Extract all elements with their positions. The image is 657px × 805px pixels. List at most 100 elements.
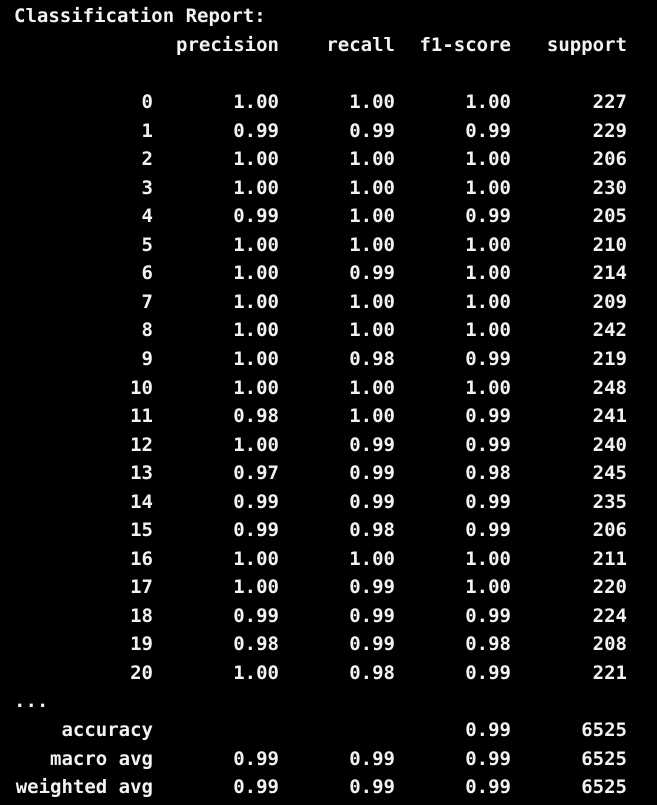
cell-precision: 1.00: [233, 662, 279, 684]
cell-f1-score: 1.00: [465, 290, 511, 313]
cell-recall: 0.99: [349, 490, 395, 513]
cell-support: 224: [592, 604, 627, 627]
cell-f1-score: 1.00: [465, 91, 511, 113]
row-label: 16: [130, 547, 153, 570]
cell-recall: 0.99: [349, 433, 395, 456]
row-label: 3: [141, 176, 153, 199]
cell-precision: 1.00: [233, 148, 279, 171]
table-row: 20 1.00 0.98 0.99 221: [0, 661, 657, 685]
cell-f1-score: 0.98: [465, 633, 511, 656]
table-row: 3 1.00 1.00 1.00 230: [0, 176, 657, 200]
cell-precision: 1.00: [233, 233, 279, 256]
cell-support: 227: [592, 91, 627, 113]
cell-f1-score: 0.99: [465, 205, 511, 228]
cell-support: 206: [592, 148, 627, 171]
cell-recall: 0.99: [349, 462, 395, 485]
summary-row: weighted avg 0.99 0.99 0.99 6525: [0, 775, 657, 799]
cell-support: 221: [592, 662, 627, 684]
row-label: macro avg: [50, 747, 153, 770]
terminal-output: Classification Report: precision recall …: [0, 0, 657, 805]
cell-support: 6525: [581, 719, 627, 741]
row-label: 12: [130, 433, 153, 456]
row-label: 5: [141, 233, 153, 256]
cell-f1-score: 1.00: [465, 576, 511, 599]
row-label: 18: [130, 604, 153, 627]
cell-recall: 1.00: [349, 319, 395, 342]
cell-f1-score: 1.00: [465, 319, 511, 342]
row-label: 11: [130, 405, 153, 428]
cell-recall: 0.99: [349, 576, 395, 599]
cell-precision: 0.99: [233, 490, 279, 513]
row-label: 1: [141, 119, 153, 142]
cell-support: 220: [592, 576, 627, 599]
cell-f1-score: 1.00: [465, 176, 511, 199]
table-row: 18 0.99 0.99 0.99 224: [0, 604, 657, 628]
cell-precision: 1.00: [233, 376, 279, 399]
cell-precision: 1.00: [233, 576, 279, 599]
cell-recall: 0.98: [349, 347, 395, 370]
table-row: 6 1.00 0.99 1.00 214: [0, 261, 657, 285]
cell-support: 6525: [581, 776, 627, 798]
row-label: 2: [141, 148, 153, 171]
cell-f1-score: 0.99: [465, 747, 511, 770]
row-label: 19: [130, 633, 153, 656]
cell-f1-score: 0.99: [465, 662, 511, 684]
cell-precision: 0.99: [233, 119, 279, 142]
table-row: 10 1.00 1.00 1.00 248: [0, 376, 657, 400]
cell-precision: 1.00: [233, 433, 279, 456]
cell-support: 229: [592, 119, 627, 142]
header-support: support: [546, 34, 627, 56]
table-row: 16 1.00 1.00 1.00 211: [0, 547, 657, 571]
cell-support: 6525: [581, 747, 627, 770]
header-precision: precision: [176, 34, 279, 56]
cell-f1-score: 0.99: [465, 490, 511, 513]
cell-recall: 0.99: [349, 747, 395, 770]
cell-recall: 0.99: [349, 633, 395, 656]
cell-f1-score: 1.00: [465, 233, 511, 256]
row-label: 13: [130, 462, 153, 485]
cell-precision: 1.00: [233, 91, 279, 113]
cell-precision: 0.99: [233, 747, 279, 770]
row-label: 15: [130, 519, 153, 542]
cell-precision: 0.99: [233, 604, 279, 627]
cell-f1-score: 1.00: [465, 262, 511, 285]
table-row: 0 1.00 1.00 1.00 227: [0, 90, 657, 114]
cell-f1-score: 1.00: [465, 547, 511, 570]
cell-recall: 1.00: [349, 233, 395, 256]
table-row: 2 1.00 1.00 1.00 206: [0, 147, 657, 171]
table-row: 14 0.99 0.99 0.99 235: [0, 490, 657, 514]
row-label: 4: [141, 205, 153, 228]
row-label: 14: [130, 490, 153, 513]
cell-precision: 1.00: [233, 319, 279, 342]
cell-support: 245: [592, 462, 627, 485]
cell-precision: 1.00: [233, 290, 279, 313]
cell-precision: 1.00: [233, 176, 279, 199]
cell-recall: 1.00: [349, 405, 395, 428]
report-title: Classification Report:: [14, 5, 266, 27]
cell-f1-score: 0.99: [465, 433, 511, 456]
cell-recall: 0.99: [349, 776, 395, 798]
cell-precision: 1.00: [233, 547, 279, 570]
cell-support: 205: [592, 205, 627, 228]
header-f1-score: f1-score: [419, 34, 511, 56]
cell-f1-score: 0.99: [465, 604, 511, 627]
table-row: 12 1.00 0.99 0.99 240: [0, 433, 657, 457]
cell-recall: 0.99: [349, 604, 395, 627]
cell-support: 242: [592, 319, 627, 342]
cell-recall: 1.00: [349, 176, 395, 199]
cell-precision: 1.00: [233, 347, 279, 370]
table-row: 7 1.00 1.00 1.00 209: [0, 290, 657, 314]
table-row: 19 0.98 0.99 0.98 208: [0, 632, 657, 656]
row-label: weighted avg: [15, 776, 153, 798]
row-label: 7: [141, 290, 153, 313]
summary-row: accuracy 0.99 6525: [0, 718, 657, 742]
cell-recall: 0.99: [349, 119, 395, 142]
cell-support: 230: [592, 176, 627, 199]
cell-recall: 0.98: [349, 662, 395, 684]
row-label: 17: [130, 576, 153, 599]
cell-support: 208: [592, 633, 627, 656]
table-row: 1 0.99 0.99 0.99 229: [0, 119, 657, 143]
table-row: 8 1.00 1.00 1.00 242: [0, 318, 657, 342]
cell-f1-score: 1.00: [465, 148, 511, 171]
ellipsis-text: ...: [14, 690, 49, 712]
